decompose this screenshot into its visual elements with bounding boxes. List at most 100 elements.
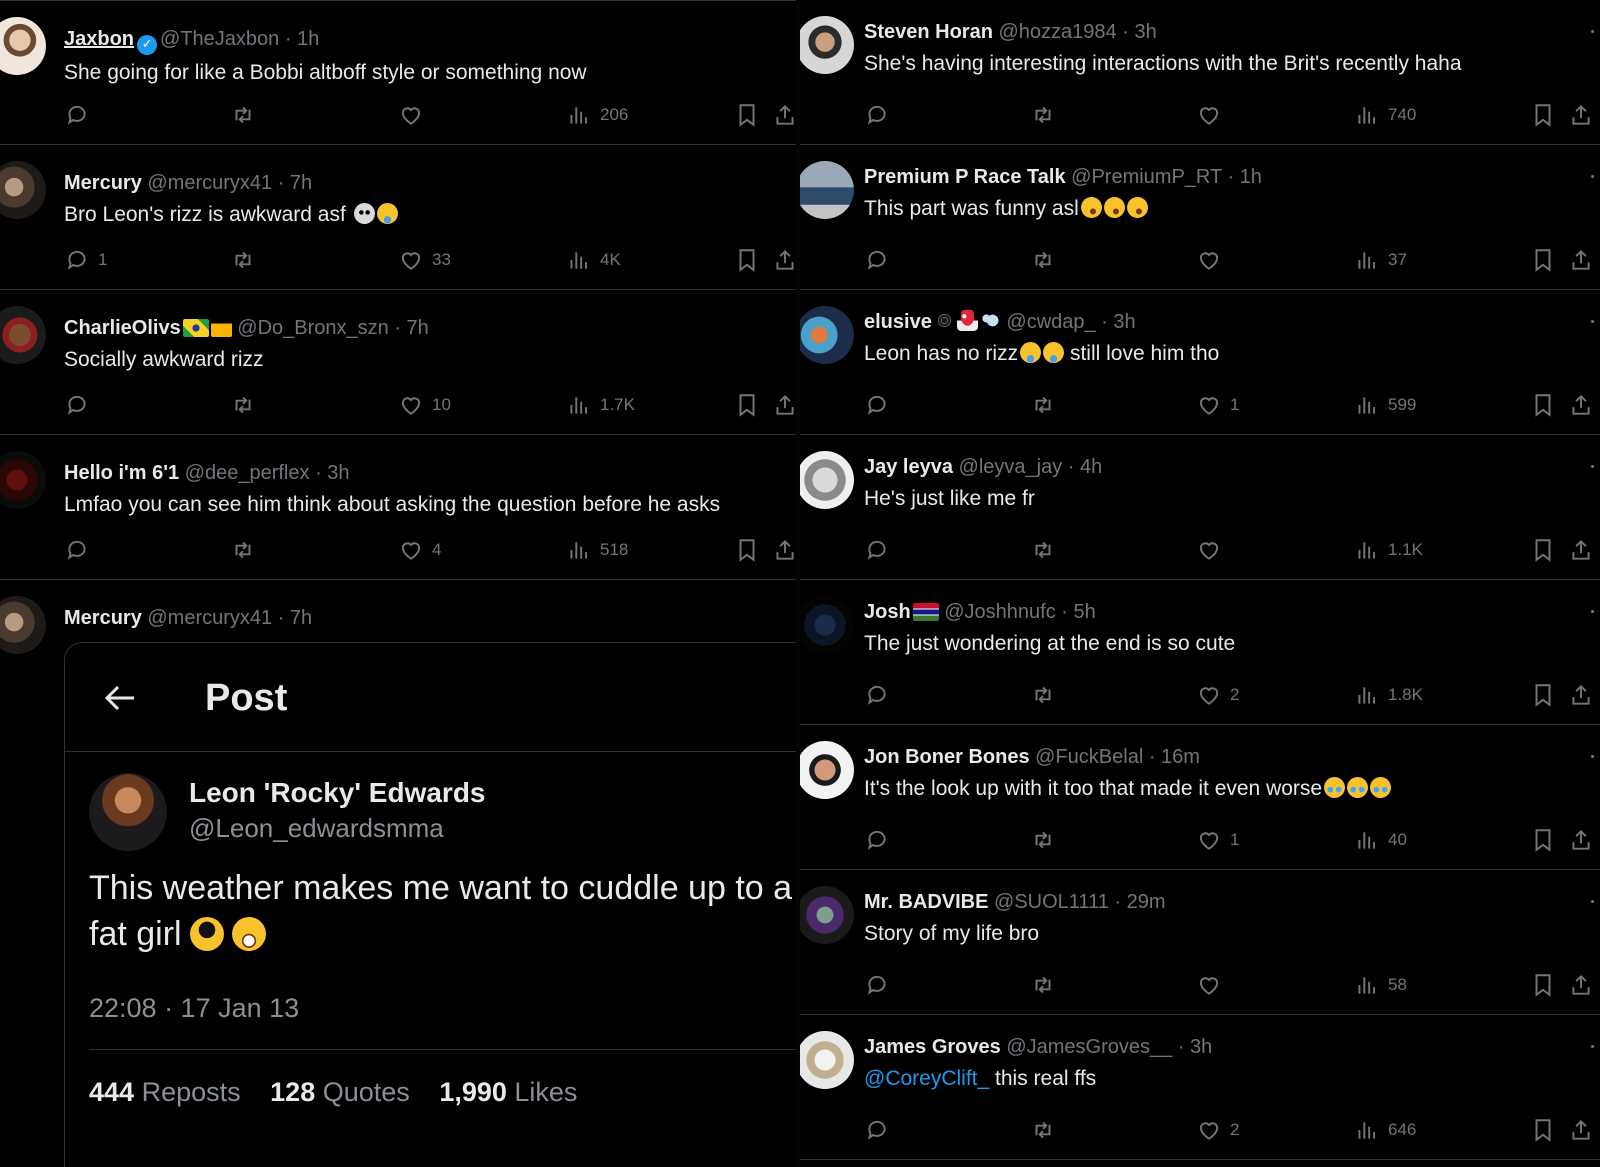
reply-tweet[interactable]: elusive @cwdap_ · 3h Leon has no rizz st…: [800, 290, 1600, 435]
views-button[interactable]: 740: [1354, 100, 1416, 130]
author-name[interactable]: Premium P Race Talk: [864, 166, 1066, 188]
author-handle[interactable]: @TheJaxbon: [160, 28, 279, 50]
reply-tweet[interactable]: Jaxbon ✓ @TheJaxbon · 1h She going for lik…: [0, 0, 796, 145]
reply-button[interactable]: [864, 1115, 890, 1145]
avatar[interactable]: [0, 451, 46, 509]
avatar[interactable]: [800, 1031, 854, 1089]
repost-button[interactable]: [1030, 535, 1056, 565]
avatar[interactable]: [800, 306, 854, 364]
bookmark-button[interactable]: [1530, 825, 1556, 855]
timestamp[interactable]: · 1h: [285, 28, 319, 50]
views-button[interactable]: 518: [566, 535, 628, 565]
views-button[interactable]: 599: [1354, 390, 1416, 420]
reply-tweet[interactable]: Jon Boner Bones @FuckBelal · 16m It's th…: [800, 725, 1600, 870]
reply-tweet[interactable]: Jay leyva @leyva_jay · 4h He's just like…: [800, 435, 1600, 580]
like-button[interactable]: 10: [398, 390, 451, 420]
bookmark-button[interactable]: [1530, 245, 1556, 275]
reply-button[interactable]: [864, 680, 890, 710]
quotes-stat[interactable]: 128 Quotes: [270, 1077, 410, 1107]
like-button[interactable]: [1196, 970, 1230, 1000]
repost-button[interactable]: [230, 390, 256, 420]
timestamp[interactable]: · 3h: [1101, 311, 1135, 333]
author-name[interactable]: Mercury: [64, 172, 142, 194]
repost-button[interactable]: [1030, 245, 1056, 275]
avatar[interactable]: [0, 161, 46, 219]
views-button[interactable]: 1.8K: [1354, 680, 1423, 710]
bookmark-button[interactable]: [734, 245, 760, 275]
timestamp[interactable]: · 29m: [1114, 891, 1165, 913]
bookmark-button[interactable]: [1530, 390, 1556, 420]
timestamp[interactable]: · 16m: [1149, 746, 1200, 768]
share-button[interactable]: [772, 390, 796, 420]
timestamp[interactable]: · 7h: [394, 317, 428, 339]
reply-button[interactable]: [864, 970, 890, 1000]
reply-tweet[interactable]: Premium P Race Talk @PremiumP_RT · 1h Th…: [800, 145, 1600, 290]
views-button[interactable]: 58: [1354, 970, 1407, 1000]
like-button[interactable]: 1: [1196, 825, 1239, 855]
likes-stat[interactable]: 1,990 Likes: [439, 1077, 577, 1107]
author-handle[interactable]: @dee_perflex: [185, 462, 310, 484]
reply-tweet-with-quote[interactable]: Mercury @mercuryx41 · 7h Post Leon 'Rock…: [0, 580, 796, 1167]
avatar[interactable]: [800, 741, 854, 799]
repost-button[interactable]: [230, 100, 256, 130]
author-name[interactable]: Jaxbon: [64, 28, 134, 50]
bookmark-button[interactable]: [734, 535, 760, 565]
repost-button[interactable]: [230, 535, 256, 565]
reply-button[interactable]: [864, 825, 890, 855]
reply-button[interactable]: 1: [64, 245, 107, 275]
more-options-icon[interactable]: [1591, 465, 1594, 468]
like-button[interactable]: 2: [1196, 680, 1239, 710]
like-button[interactable]: [1196, 245, 1230, 275]
bookmark-button[interactable]: [734, 100, 760, 130]
repost-button[interactable]: [1030, 825, 1056, 855]
author-handle[interactable]: @Joshhnufc: [944, 601, 1055, 623]
bookmark-button[interactable]: [1530, 100, 1556, 130]
reply-tweet[interactable]: Steven Horan @hozza1984 · 3h She's havin…: [800, 0, 1600, 145]
share-button[interactable]: [772, 245, 796, 275]
bookmark-button[interactable]: [1530, 1115, 1556, 1145]
author-name[interactable]: James Groves: [864, 1036, 1001, 1058]
reply-tweet[interactable]: Mercury @mercuryx41 · 7h Bro Leon's rizz…: [0, 145, 796, 290]
share-button[interactable]: [772, 100, 796, 130]
more-options-icon[interactable]: [1591, 1045, 1594, 1048]
more-options-icon[interactable]: [1591, 755, 1594, 758]
reply-button[interactable]: [64, 390, 90, 420]
reply-button[interactable]: [864, 100, 890, 130]
timestamp[interactable]: · 5h: [1061, 601, 1095, 623]
more-options-icon[interactable]: [1591, 320, 1594, 323]
share-button[interactable]: [1568, 1115, 1594, 1145]
embedded-post-screenshot[interactable]: Post Leon 'Rocky' Edwards @Leon_edwardsm…: [64, 642, 796, 1167]
share-button[interactable]: [772, 535, 796, 565]
reply-tweet[interactable]: CharlieOlivs @Do_Bronx_szn · 7h Socially…: [0, 290, 796, 435]
avatar[interactable]: [800, 886, 854, 944]
like-button[interactable]: 33: [398, 245, 451, 275]
reply-tweet[interactable]: Mr. BADVIBE @SUOL1111 · 29m Story of my …: [800, 870, 1600, 1015]
reply-tweet[interactable]: Josh @Joshhnufc · 5h The just wondering …: [800, 580, 1600, 725]
repost-button[interactable]: [1030, 680, 1056, 710]
timestamp[interactable]: · 3h: [1178, 1036, 1212, 1058]
timestamp[interactable]: · 1h: [1227, 166, 1261, 188]
repost-button[interactable]: [1030, 390, 1056, 420]
like-button[interactable]: 4: [398, 535, 441, 565]
avatar[interactable]: [89, 773, 167, 851]
author-handle[interactable]: @SUOL1111: [994, 891, 1109, 913]
author-name[interactable]: Mr. BADVIBE: [864, 891, 988, 913]
share-button[interactable]: [1568, 680, 1594, 710]
views-button[interactable]: 37: [1354, 245, 1407, 275]
timestamp[interactable]: · 4h: [1068, 456, 1102, 478]
quoted-author-handle[interactable]: @Leon_edwardsmma: [189, 813, 444, 844]
bookmark-button[interactable]: [1530, 680, 1556, 710]
author-handle[interactable]: @Do_Bronx_szn: [237, 317, 388, 339]
reply-tweet[interactable]: Hello i'm 6'1 @dee_perflex · 3h Lmfao yo…: [0, 435, 796, 580]
like-button[interactable]: [398, 100, 432, 130]
reply-button[interactable]: [864, 245, 890, 275]
share-button[interactable]: [1568, 535, 1594, 565]
back-button[interactable]: [101, 679, 139, 717]
like-button[interactable]: [1196, 100, 1230, 130]
repost-button[interactable]: [1030, 970, 1056, 1000]
author-handle[interactable]: @hozza1984: [999, 21, 1117, 43]
author-handle[interactable]: @cwdap_: [1006, 311, 1095, 333]
avatar[interactable]: [800, 161, 854, 219]
timestamp[interactable]: · 3h: [315, 462, 349, 484]
reply-tweet[interactable]: James Groves @JamesGroves__ · 3h @CoreyC…: [800, 1015, 1600, 1160]
